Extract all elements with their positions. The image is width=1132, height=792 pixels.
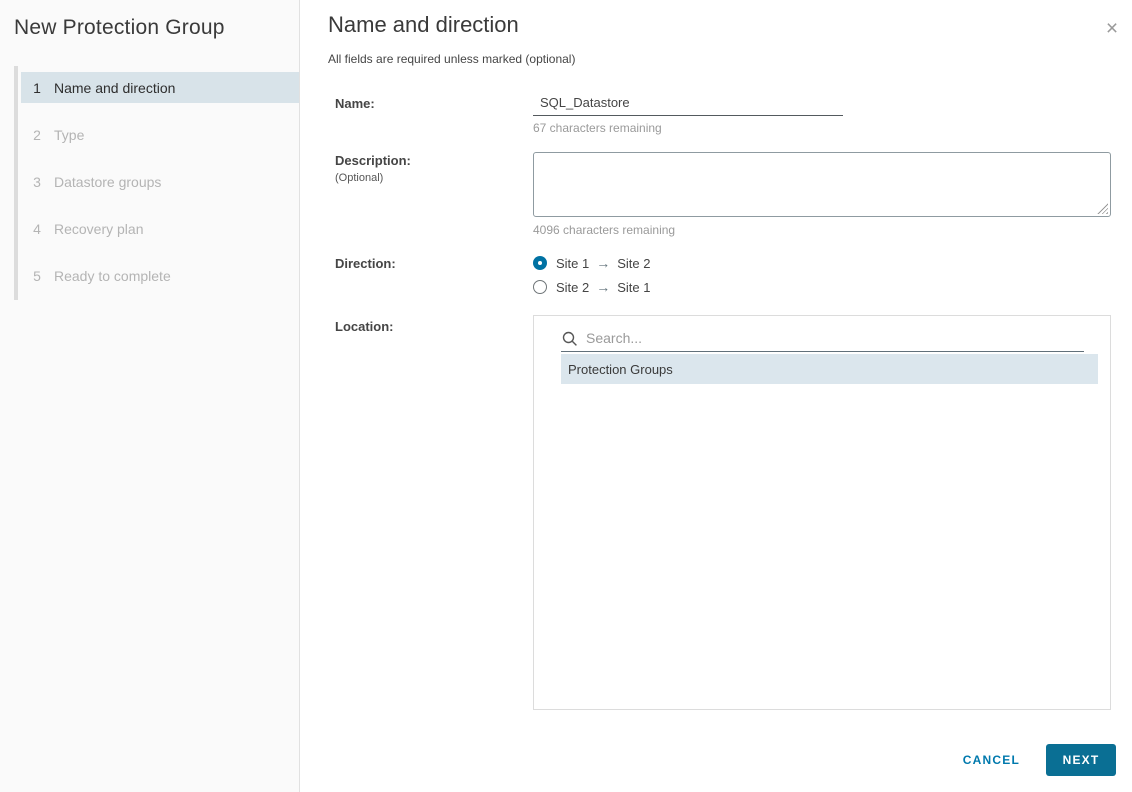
radio-site2-to-site1[interactable]: Site 2 → Site 1 [533,278,651,296]
direction-to: Site 1 [617,280,650,295]
radio-selected-icon [533,256,547,270]
search-icon [562,331,578,347]
direction-label: Direction: [335,256,396,271]
location-item-label: Protection Groups [568,362,673,377]
description-chars-remaining: 4096 characters remaining [533,223,675,237]
step-recovery-plan[interactable]: 4 Recovery plan [21,213,299,244]
next-button[interactable]: NEXT [1046,744,1116,776]
location-picker-panel: Protection Groups [533,315,1111,710]
step-label: Name and direction [54,80,175,96]
step-number: 2 [31,127,43,143]
cancel-button[interactable]: CANCEL [961,747,1022,773]
step-label: Type [54,127,84,143]
arrow-right-icon: → [596,255,610,271]
radio-unselected-icon [533,280,547,294]
direction-from: Site 2 [556,280,589,295]
step-number: 5 [31,268,43,284]
step-progress-bar [14,66,18,300]
description-optional-note: (Optional) [335,172,383,184]
description-textarea[interactable] [533,152,1111,217]
step-datastore-groups[interactable]: 3 Datastore groups [21,166,299,197]
location-search-field [561,324,1084,352]
name-chars-remaining: 67 characters remaining [533,121,662,135]
page-title: Name and direction [328,12,519,38]
radio-site1-to-site2[interactable]: Site 1 → Site 2 [533,254,651,272]
required-fields-note: All fields are required unless marked (o… [328,52,575,66]
step-number: 4 [31,221,43,237]
arrow-right-icon: → [596,279,610,295]
wizard-content-panel: Name and direction All fields are requir… [301,0,1132,792]
location-label: Location: [335,319,394,334]
location-search-input[interactable] [586,330,1084,346]
step-label: Ready to complete [54,268,171,284]
wizard-title: New Protection Group [14,16,225,40]
wizard-step-list: 1 Name and direction 2 Type 3 Datastore … [14,66,299,300]
direction-from: Site 1 [556,256,589,271]
step-type[interactable]: 2 Type [21,119,299,150]
name-label: Name: [335,96,375,111]
step-name-and-direction[interactable]: 1 Name and direction [21,72,299,103]
wizard-footer: CANCEL NEXT [961,744,1116,776]
step-label: Datastore groups [54,174,161,190]
close-icon[interactable]: × [1098,15,1126,43]
wizard-sidebar: New Protection Group 1 Name and directio… [0,0,300,792]
description-label: Description: [335,153,411,168]
step-label: Recovery plan [54,221,144,237]
location-item-protection-groups[interactable]: Protection Groups [561,354,1098,384]
step-number: 1 [31,80,43,96]
step-number: 3 [31,174,43,190]
name-input[interactable] [533,92,843,116]
step-ready-to-complete[interactable]: 5 Ready to complete [21,260,299,291]
direction-to: Site 2 [617,256,650,271]
